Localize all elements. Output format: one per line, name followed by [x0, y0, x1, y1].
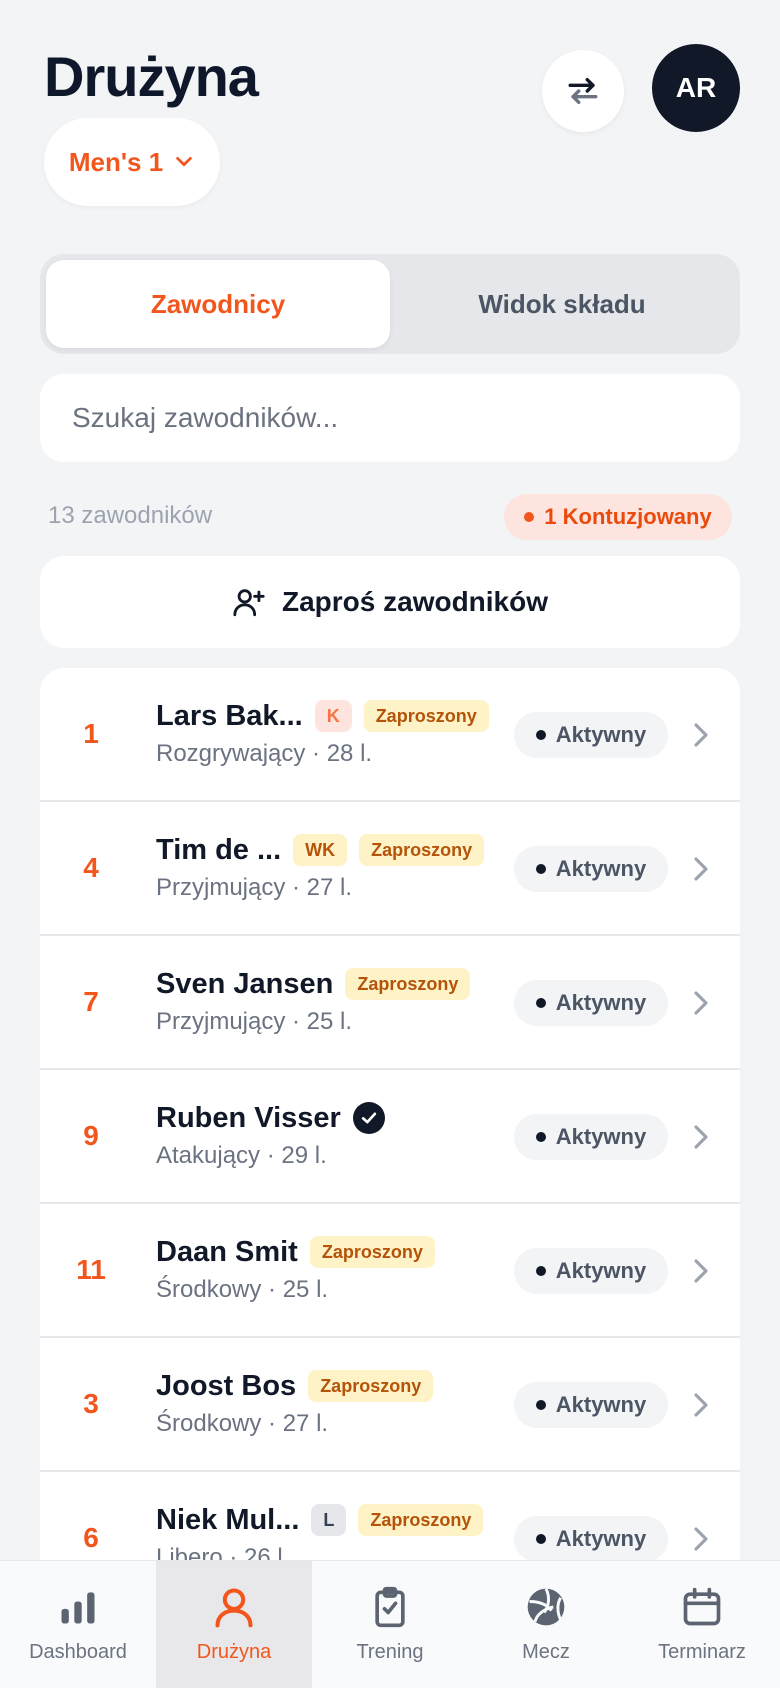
player-row[interactable]: 7 Sven Jansen Zaproszony Przyjmujący · 2…	[40, 936, 740, 1070]
page-title: Drużyna	[44, 45, 259, 108]
player-number: 9	[83, 1120, 99, 1151]
chevron-right-icon	[694, 991, 708, 1015]
player-name: Daan Smit	[156, 1235, 298, 1268]
tab-players[interactable]: Zawodnicy	[46, 260, 390, 348]
avatar[interactable]: AR	[652, 44, 740, 132]
invited-badge: Zaproszony	[359, 834, 485, 866]
clipboard-check-icon	[375, 1586, 405, 1628]
switch-team-button[interactable]	[542, 50, 624, 132]
verified-check-icon	[352, 1102, 385, 1134]
player-position-age: Atakujący · 29 l.	[156, 1142, 327, 1169]
nav-label: Drużyna	[196, 1641, 272, 1663]
chevron-right-icon	[694, 1393, 708, 1417]
nav-schedule[interactable]: Terminarz	[624, 1561, 780, 1688]
player-row[interactable]: 11 Daan Smit Zaproszony Środkowy · 25 l.…	[40, 1204, 740, 1338]
invited-badge: Zaproszony	[358, 1504, 484, 1536]
player-name: Tim de ...	[156, 833, 282, 866]
nav-team[interactable]: Drużyna	[156, 1561, 312, 1688]
add-user-icon	[233, 589, 265, 617]
player-row[interactable]: 1 Lars Bak... K Zaproszony Rozgrywający …	[40, 668, 740, 802]
player-number: 6	[83, 1522, 99, 1553]
player-number: 4	[83, 852, 99, 883]
player-position-age: Środkowy · 27 l.	[156, 1410, 329, 1437]
player-position-age: Libero · 26 l.	[156, 1544, 290, 1560]
player-name: Niek Mul...	[156, 1503, 300, 1536]
nav-training[interactable]: Trening	[312, 1561, 468, 1688]
nav-match[interactable]: Mecz	[468, 1561, 624, 1688]
player-number: 1	[83, 718, 99, 749]
invite-players-label: Zaproś zawodników	[281, 586, 549, 617]
bottom-nav: Dashboard Drużyna Trening Mecz Terminarz	[0, 1560, 780, 1688]
invited-badge: Zaproszony	[363, 700, 489, 732]
invited-badge: Zaproszony	[309, 1236, 435, 1268]
chevron-right-icon	[694, 1259, 708, 1283]
invited-badge: Zaproszony	[308, 1370, 434, 1402]
status-badge: Aktywny	[514, 712, 668, 758]
nav-label: Mecz	[522, 1641, 570, 1663]
nav-label: Terminarz	[658, 1641, 746, 1663]
player-number: 11	[76, 1254, 106, 1285]
team-selector-label: Men's 1	[68, 146, 164, 177]
invited-badge: Zaproszony	[345, 968, 471, 1000]
chevron-right-icon	[694, 857, 708, 881]
injured-label: 1 Kontuzjowany	[544, 504, 712, 529]
player-list: 1 Lars Bak... K Zaproszony Rozgrywający …	[40, 668, 740, 1560]
status-badge: Aktywny	[514, 1114, 668, 1160]
player-position-age: Środkowy · 25 l.	[156, 1276, 329, 1303]
captain-badge: K	[314, 700, 352, 732]
player-number: 7	[83, 986, 99, 1017]
header: Drużyna Men's 1 AR	[0, 0, 780, 220]
player-position-age: Rozgrywający · 28 l.	[156, 740, 373, 767]
player-row[interactable]: 4 Tim de ... WK Zaproszony Przyjmujący ·…	[40, 802, 740, 936]
nav-dashboard[interactable]: Dashboard	[0, 1561, 156, 1688]
vice-captain-badge: WK	[293, 834, 348, 866]
nav-label: Dashboard	[29, 1641, 127, 1663]
chevron-down-icon	[176, 156, 192, 167]
injured-badge[interactable]: 1 Kontuzjowany	[504, 494, 732, 540]
invite-players-button[interactable]: Zaproś zawodników	[40, 556, 740, 648]
tab-lineup-view[interactable]: Widok składu	[390, 260, 734, 348]
calendar-icon	[683, 1587, 721, 1626]
player-name: Ruben Visser	[156, 1101, 341, 1134]
player-name: Joost Bos	[156, 1369, 297, 1402]
player-number: 3	[83, 1388, 99, 1419]
volleyball-icon	[527, 1588, 565, 1626]
team-selector[interactable]: Men's 1	[44, 118, 220, 206]
player-position-age: Przyjmujący · 25 l.	[156, 1008, 353, 1035]
swap-arrows-icon	[568, 77, 598, 105]
person-icon	[215, 1588, 253, 1628]
bar-chart-icon	[61, 1592, 95, 1624]
libero-badge: L	[311, 1504, 347, 1536]
chevron-right-icon	[694, 1125, 708, 1149]
search-input[interactable]	[40, 374, 740, 462]
chevron-right-icon	[694, 723, 708, 747]
status-badge: Aktywny	[514, 1248, 668, 1294]
nav-label: Trening	[356, 1641, 424, 1663]
player-name: Lars Bak...	[156, 699, 303, 732]
chevron-right-icon	[694, 1527, 708, 1551]
status-badge: Aktywny	[514, 1516, 668, 1560]
status-badge: Aktywny	[514, 846, 668, 892]
player-row[interactable]: 9 Ruben Visser Atakujący · 29 l. Aktywny	[40, 1070, 740, 1204]
status-badge: Aktywny	[514, 1382, 668, 1428]
player-name: Sven Jansen	[156, 967, 334, 1000]
player-row[interactable]: 3 Joost Bos Zaproszony Środkowy · 27 l. …	[40, 1338, 740, 1472]
view-switcher: Zawodnicy Widok składu	[40, 254, 740, 354]
player-count: 13 zawodników	[48, 502, 213, 529]
injured-dot-icon	[524, 512, 535, 522]
status-badge: Aktywny	[514, 980, 668, 1026]
player-position-age: Przyjmujący · 27 l.	[156, 874, 353, 901]
player-row[interactable]: 6 Niek Mul... L Zaproszony Libero · 26 l…	[40, 1472, 740, 1560]
